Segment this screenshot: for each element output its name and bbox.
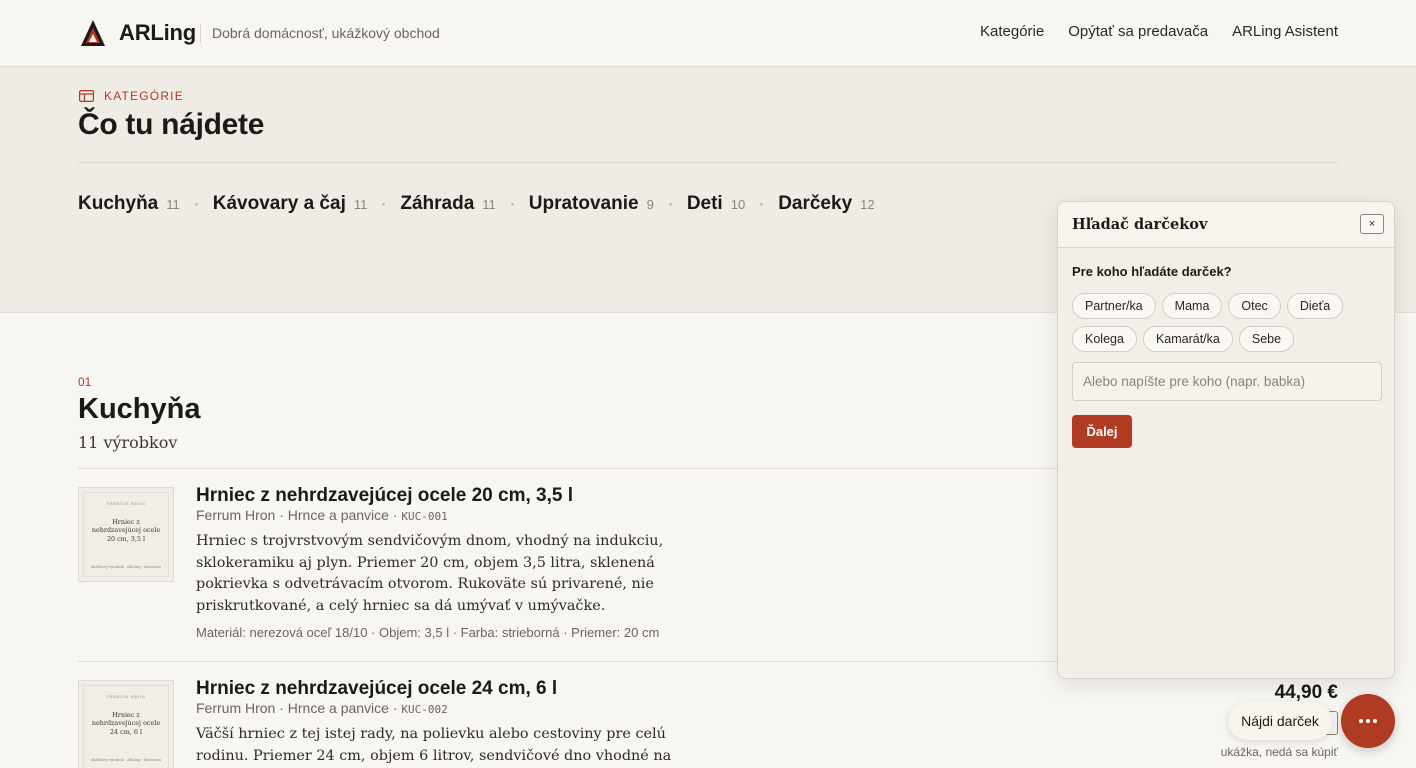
brand-name[interactable]: ARLing <box>119 20 196 46</box>
table-icon <box>79 90 94 102</box>
arling-logo-icon[interactable] <box>80 19 106 47</box>
category-name: Upratovanie <box>528 193 639 214</box>
dot <box>1359 719 1363 723</box>
eyebrow-label: KATEGÓRIE <box>104 89 184 103</box>
product-brand-category: Ferrum Hron · Hrnce a panvice · <box>196 700 402 716</box>
thumbnail-title: Hrniec z nehrdzavejúcej ocele 20 cm, 3,5… <box>91 518 161 543</box>
section-count: 11 výrobkov <box>78 433 178 452</box>
nav-link-asistent[interactable]: ARLing Asistent <box>1232 23 1338 40</box>
next-button[interactable]: Ďalej <box>1072 415 1132 448</box>
tagline: Dobrá domácnosť, ukážkový obchod <box>212 25 440 41</box>
category-upratovanie[interactable]: Upratovanie 9 <box>529 193 654 215</box>
category-zahrada[interactable]: Záhrada 11 <box>400 193 495 215</box>
more-dots-icon[interactable] <box>1341 694 1395 748</box>
category-kavovary[interactable]: Kávovary a čaj 11 <box>213 193 368 215</box>
category-darceky[interactable]: Darčeky 12 <box>778 193 874 215</box>
category-name: Deti <box>686 193 723 214</box>
product-thumbnail[interactable]: FERRUM HRON Hrniec z nehrdzavejúcej ocel… <box>78 487 174 582</box>
chip-mama[interactable]: Mama <box>1161 293 1223 319</box>
panel-title: Hľadač darčekov <box>1072 216 1208 233</box>
recipient-input[interactable] <box>1072 362 1382 401</box>
separator-dot <box>194 202 198 206</box>
product-meta: Ferrum Hron · Hrnce a panvice · KUC-002 <box>196 700 448 716</box>
section-title: Kuchyňa <box>78 393 201 425</box>
category-count: 11 <box>482 197 496 212</box>
thumbnail-footer: ukážkový výrobok · ARLing · ilustrácia <box>90 564 162 569</box>
chip-kamarat[interactable]: Kamarát/ka <box>1142 326 1233 352</box>
close-button[interactable]: × <box>1360 214 1384 234</box>
divider <box>78 162 1338 163</box>
divider <box>78 468 1058 469</box>
dot <box>1373 719 1377 723</box>
category-name: Darčeky <box>778 193 853 214</box>
tagline-divider <box>200 24 201 43</box>
category-count: 9 <box>646 197 654 212</box>
find-gift-button[interactable]: Nájdi darček <box>1228 702 1332 740</box>
chip-dieta[interactable]: Dieťa <box>1286 293 1344 319</box>
chip-partner[interactable]: Partner/ka <box>1072 293 1156 319</box>
chip-sebe[interactable]: Sebe <box>1238 326 1295 352</box>
category-name: Kuchyňa <box>78 193 159 214</box>
category-name: Záhrada <box>400 193 475 214</box>
separator-dot <box>510 202 514 206</box>
product-brand-category: Ferrum Hron · Hrnce a panvice · <box>196 507 402 523</box>
product-description: Väčší hrniec z tej istej rady, na poliev… <box>196 726 672 764</box>
product-sku: KUC-001 <box>401 510 448 523</box>
nav-link-opytat-sa[interactable]: Opýtať sa predavača <box>1068 23 1208 40</box>
page-title: Čo tu nájdete <box>78 108 265 141</box>
site-header: ARLing Dobrá domácnosť, ukážkový obchod … <box>0 0 1416 67</box>
chip-kolega[interactable]: Kolega <box>1072 326 1137 352</box>
thumbnail-brand: FERRUM HRON <box>106 501 146 506</box>
separator-dot <box>760 202 764 206</box>
section-number: 01 <box>78 375 92 389</box>
product-sku: KUC-002 <box>401 703 448 716</box>
category-kuchyna[interactable]: Kuchyňa 11 <box>78 193 180 215</box>
thumbnail-brand: FERRUM HRON <box>106 694 146 699</box>
nav-link-kategorie[interactable]: Kategórie <box>980 23 1044 40</box>
thumbnail-card: FERRUM HRON Hrniec z nehrdzavejúcej ocel… <box>83 492 169 577</box>
category-count: 11 <box>353 197 368 212</box>
panel-header: Hľadač darčekov × <box>1058 202 1394 248</box>
category-count: 12 <box>860 197 875 212</box>
product-name[interactable]: Hrniec z nehrdzavejúcej ocele 20 cm, 3,5… <box>196 485 573 507</box>
separator-dot <box>668 202 672 206</box>
main-nav: Kategórie Opýtať sa predavača ARLing Asi… <box>980 23 1338 40</box>
product-description: Hrniec s trojvrstvovým sendvičovým dnom,… <box>196 533 664 615</box>
separator-dot <box>382 202 386 206</box>
recipient-chips: Partner/ka Mama Otec Dieťa Kolega Kamará… <box>1072 293 1382 352</box>
thumbnail-footer: ukážkový výrobok · ARLing · ilustrácia <box>90 757 162 762</box>
chip-otec[interactable]: Otec <box>1228 293 1281 319</box>
categories-eyebrow: KATEGÓRIE <box>79 89 184 103</box>
product-name[interactable]: Hrniec z nehrdzavejúcej ocele 24 cm, 6 l <box>196 678 557 700</box>
category-count: 10 <box>730 197 746 212</box>
product-attributes: Materiál: nerezová oceľ 18/10 · Objem: 3… <box>196 625 660 640</box>
category-deti[interactable]: Deti 10 <box>687 193 745 215</box>
category-name: Kávovary a čaj <box>212 193 346 214</box>
product-thumbnail[interactable]: FERRUM HRON Hrniec z nehrdzavejúcej ocel… <box>78 680 174 768</box>
recipient-question: Pre koho hľadáte darček? <box>1072 264 1232 279</box>
gift-finder-panel: Hľadač darčekov × Pre koho hľadáte darče… <box>1057 201 1395 679</box>
price-note: ukážka, nedá sa kúpiť <box>1220 745 1338 759</box>
thumbnail-title: Hrniec z nehrdzavejúcej ocele 24 cm, 6 l <box>91 711 161 736</box>
category-count: 11 <box>166 197 180 212</box>
thumbnail-card: FERRUM HRON Hrniec z nehrdzavejúcej ocel… <box>83 685 169 768</box>
divider <box>78 661 1058 662</box>
product-meta: Ferrum Hron · Hrnce a panvice · KUC-001 <box>196 507 448 523</box>
category-list: Kuchyňa 11 Kávovary a čaj 11 Záhrada 11 … <box>78 193 875 215</box>
product-price: 44,90 € <box>1274 682 1338 703</box>
dot <box>1366 719 1370 723</box>
